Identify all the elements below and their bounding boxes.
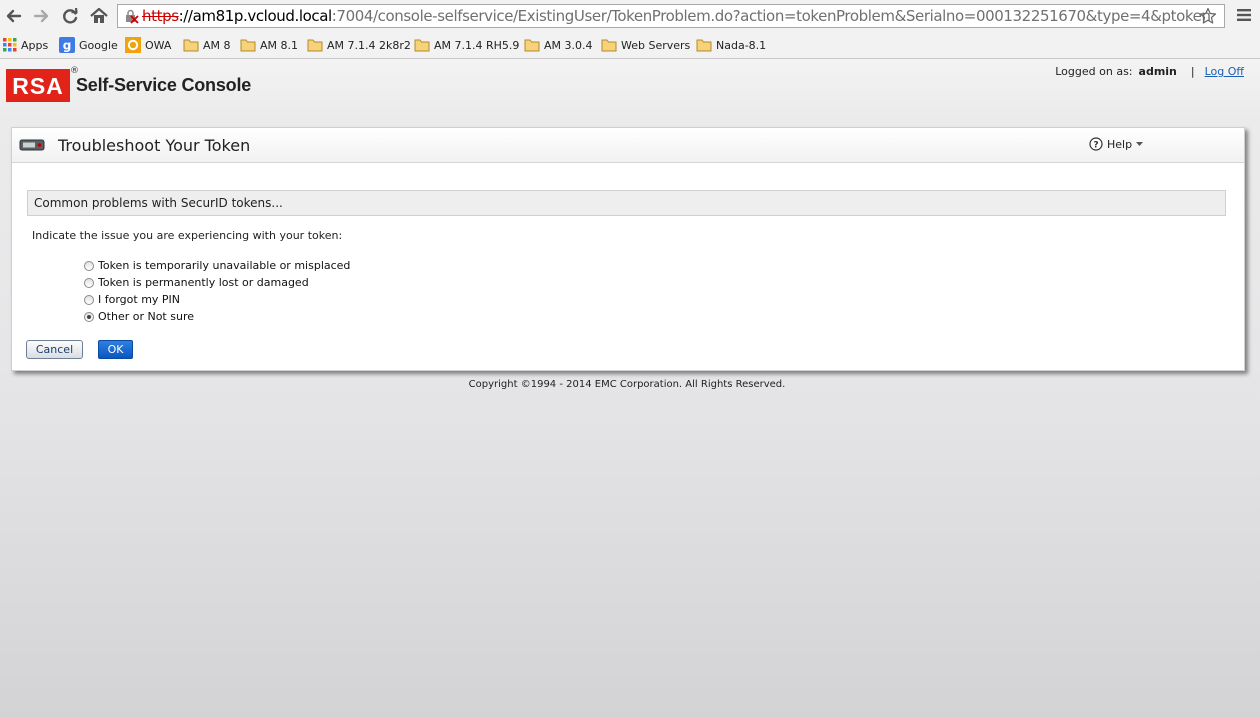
bookmark-label: AM 3.0.4 <box>544 38 593 52</box>
radio-button[interactable] <box>84 294 94 305</box>
svg-text:g: g <box>63 39 72 53</box>
page-body: RSA ® Self-Service Console Logged on as:… <box>0 59 1260 718</box>
help-question-icon: ? <box>1089 137 1103 151</box>
google-icon: g <box>59 37 75 53</box>
bookmarks-bar: Apps g Google OWA AM 8 AM 8.1 AM 7.1.4 2… <box>0 32 1260 59</box>
reload-button[interactable] <box>59 5 81 27</box>
bookmark-label: AM 8 <box>203 38 231 52</box>
page-background <box>0 415 1260 718</box>
rsa-logo: RSA <box>6 69 70 102</box>
folder-icon <box>240 39 256 52</box>
bookmark-apps[interactable]: Apps <box>3 37 48 53</box>
option-label: I forgot my PIN <box>98 293 181 306</box>
bookmark-owa[interactable]: OWA <box>125 37 171 53</box>
section-header: Common problems with SecurID tokens... <box>27 190 1226 216</box>
help-menu[interactable]: ? Help <box>1089 137 1144 151</box>
bookmark-label: Web Servers <box>621 38 691 52</box>
folder-icon <box>696 39 712 52</box>
bookmark-folder[interactable]: AM 3.0.4 <box>524 37 593 53</box>
console-title: Self-Service Console <box>76 75 252 95</box>
option-temporarily-unavailable[interactable]: Token is temporarily unavailable or misp… <box>84 257 350 274</box>
panel-title: Troubleshoot Your Token <box>58 136 251 155</box>
home-button[interactable] <box>88 5 110 27</box>
folder-icon <box>601 39 617 52</box>
bookmark-label: Google <box>79 38 118 52</box>
svg-text:?: ? <box>1093 141 1098 151</box>
hamburger-menu-icon[interactable] <box>1236 8 1252 22</box>
folder-icon <box>183 39 199 52</box>
address-bar[interactable]: https://am81p.vcloud.local:7004/console-… <box>117 4 1225 28</box>
browser-toolbar: https://am81p.vcloud.local:7004/console-… <box>0 0 1260 32</box>
home-icon <box>90 7 108 23</box>
bookmark-folder[interactable]: AM 7.1.4 2k8r2 <box>307 37 411 53</box>
option-other-not-sure[interactable]: Other or Not sure <box>84 308 350 325</box>
help-label: Help <box>1107 137 1133 151</box>
forward-button[interactable] <box>30 5 52 27</box>
bookmark-folder[interactable]: Nada-8.1 <box>696 37 766 53</box>
option-forgot-pin[interactable]: I forgot my PIN <box>84 291 350 308</box>
back-arrow-icon <box>6 9 22 23</box>
token-icon <box>19 139 45 151</box>
option-label: Other or Not sure <box>98 310 194 323</box>
option-label: Token is temporarily unavailable or misp… <box>98 259 351 272</box>
bookmark-folder[interactable]: AM 8 <box>183 37 231 53</box>
apps-grid-icon <box>3 38 17 52</box>
back-button[interactable] <box>3 5 25 27</box>
problem-options: Token is temporarily unavailable or misp… <box>84 257 350 325</box>
logged-on-label: Logged on as: <box>1055 65 1133 78</box>
bookmark-star-icon[interactable] <box>1199 7 1217 25</box>
instruction-text: Indicate the issue you are experiencing … <box>32 229 343 242</box>
option-permanently-lost[interactable]: Token is permanently lost or damaged <box>84 274 350 291</box>
copyright-text: Copyright ©1994 - 2014 EMC Corporation. … <box>468 379 786 390</box>
log-off-link[interactable]: Log Off <box>1205 65 1244 78</box>
radio-button[interactable] <box>84 277 94 288</box>
cancel-button[interactable]: Cancel <box>26 340 83 359</box>
radio-button-selected[interactable] <box>84 311 94 322</box>
troubleshoot-panel: Troubleshoot Your Token ? Help Common pr… <box>11 127 1245 371</box>
bookmark-label: AM 7.1.4 RH5.9 <box>434 38 520 52</box>
option-label: Token is permanently lost or damaged <box>98 276 309 289</box>
login-status: Logged on as: admin | Log Off <box>1055 65 1244 78</box>
bookmark-label: AM 8.1 <box>260 38 299 52</box>
bookmark-label: AM 7.1.4 2k8r2 <box>327 38 411 52</box>
reload-icon <box>63 7 78 24</box>
bookmark-label: Apps <box>21 38 49 52</box>
bookmark-label: Nada-8.1 <box>716 38 767 52</box>
panel-header: Troubleshoot Your Token ? Help <box>12 128 1244 163</box>
folder-icon <box>524 39 540 52</box>
bookmark-folder[interactable]: Web Servers <box>601 37 690 53</box>
forward-arrow-icon <box>33 9 49 23</box>
bookmark-folder[interactable]: AM 7.1.4 RH5.9 <box>414 37 519 53</box>
folder-icon <box>307 39 323 52</box>
chevron-down-icon <box>1136 141 1144 146</box>
rsa-logo-mark: RSA <box>12 73 64 99</box>
url-host: ://am81p.vcloud.local <box>178 7 333 25</box>
url-path: :7004/console-selfservice/ExistingUser/T… <box>331 7 1211 25</box>
separator: | <box>1190 65 1195 78</box>
broken-lock-icon <box>126 9 139 24</box>
bookmark-label: OWA <box>145 38 172 52</box>
svg-text:RSA: RSA <box>12 73 64 99</box>
ok-button[interactable]: OK <box>98 340 133 359</box>
folder-icon <box>414 39 430 52</box>
bookmark-folder[interactable]: AM 8.1 <box>240 37 298 53</box>
owa-icon <box>125 37 141 53</box>
section-title: Common problems with SecurID tokens... <box>34 196 283 210</box>
url-scheme: https <box>142 7 179 25</box>
username: admin <box>1138 65 1177 78</box>
bookmark-google[interactable]: g Google <box>59 37 118 53</box>
radio-button[interactable] <box>84 260 94 271</box>
url-text: https://am81p.vcloud.local:7004/console-… <box>142 5 1211 27</box>
